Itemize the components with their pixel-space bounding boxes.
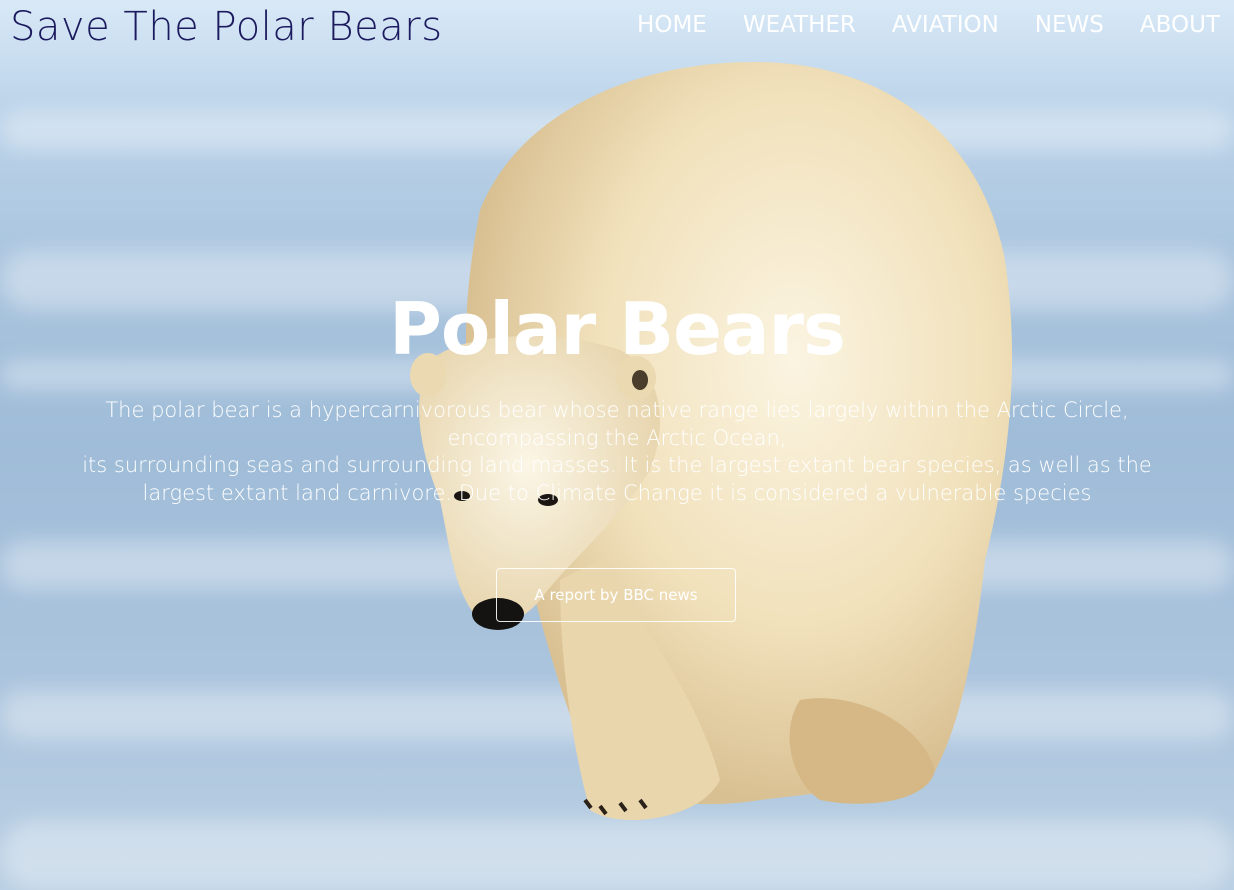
hero-line: The polar bear is a hypercarnivorous bea… (105, 398, 1129, 422)
site-logo[interactable]: Save The Polar Bears (10, 4, 443, 50)
main-nav: HOME WEATHER AVIATION NEWS ABOUT (637, 12, 1220, 38)
bbc-report-button[interactable]: A report by BBC news (496, 568, 736, 622)
hero-title: Polar Bears (389, 287, 846, 371)
page: Save The Polar Bears HOME WEATHER AVIATI… (0, 0, 1234, 890)
nav-weather[interactable]: WEATHER (743, 12, 856, 38)
hero-description: The polar bear is a hypercarnivorous bea… (60, 397, 1174, 507)
hero-line: largest extant land carnivore. Due to Cl… (142, 480, 1092, 505)
hero-line: encompassing the Arctic Ocean, (447, 425, 787, 450)
nav-about[interactable]: ABOUT (1140, 12, 1220, 38)
nav-home[interactable]: HOME (637, 12, 707, 38)
nav-aviation[interactable]: AVIATION (892, 12, 999, 38)
hero-line: its surrounding seas and surrounding lan… (82, 453, 1152, 477)
nav-news[interactable]: NEWS (1035, 12, 1104, 38)
site-header: Save The Polar Bears HOME WEATHER AVIATI… (0, 0, 1234, 56)
